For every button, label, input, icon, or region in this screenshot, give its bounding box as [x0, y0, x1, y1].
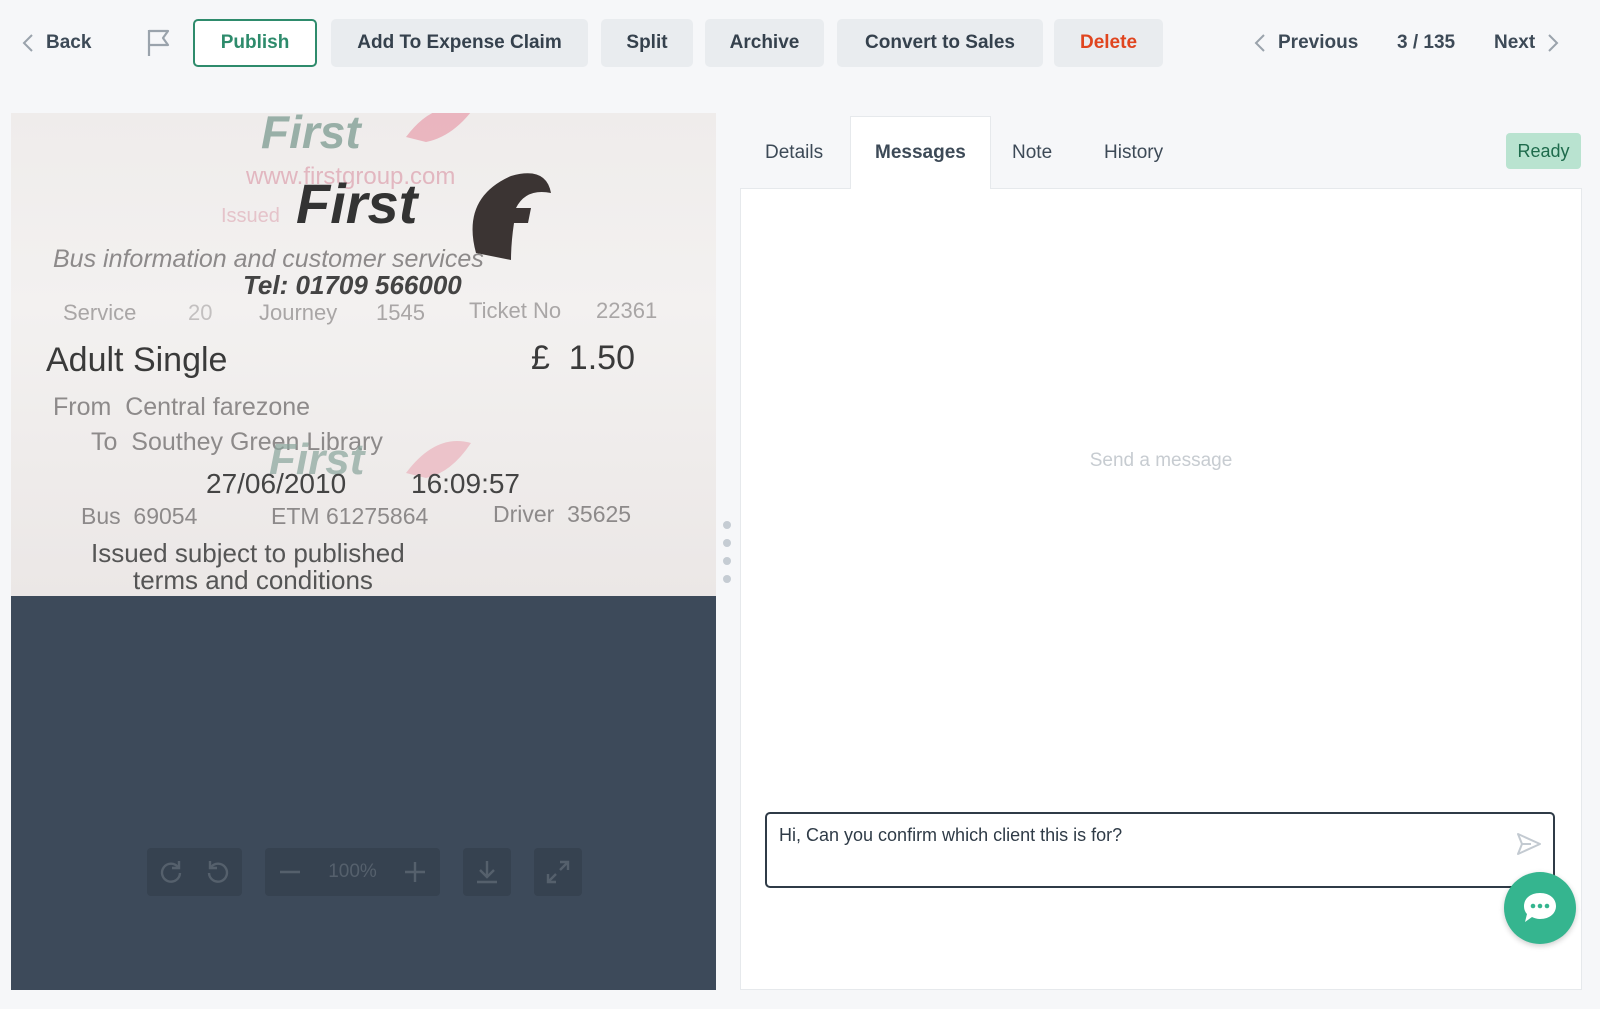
- zoom-controls: 100%: [265, 848, 440, 896]
- chat-bubble-icon: [1524, 893, 1556, 922]
- receipt-terms-line-2: terms and conditions: [133, 565, 373, 595]
- chevron-left-icon: [1254, 34, 1265, 52]
- receipt-journey-no: 1545: [376, 300, 425, 325]
- receipt-fare-amount: £ 1.50: [531, 339, 635, 377]
- receipt-ticket-no: 22361: [596, 298, 658, 323]
- tab-note[interactable]: Note: [988, 116, 1076, 189]
- panel-resize-handle[interactable]: [723, 521, 733, 587]
- tab-details[interactable]: Details: [741, 116, 847, 189]
- rotate-ccw-icon[interactable]: [205, 859, 231, 885]
- receipt-bus: Bus 69054: [81, 503, 198, 529]
- chat-support-button[interactable]: [1504, 872, 1576, 944]
- resize-dot: [723, 539, 731, 547]
- fullscreen-button[interactable]: [534, 848, 582, 896]
- receipt-date: 27/06/2010: [206, 468, 347, 499]
- zoom-level: 100%: [328, 861, 377, 882]
- next-button[interactable]: Next: [1494, 26, 1559, 60]
- resize-dot: [723, 557, 731, 565]
- receipt-issued-partial: Issued: [221, 205, 280, 227]
- send-icon[interactable]: [1515, 830, 1543, 858]
- page-counter: 3 / 135: [1397, 32, 1456, 53]
- resize-dot: [723, 575, 731, 583]
- rotate-controls: [147, 848, 242, 896]
- tab-history[interactable]: History: [1080, 116, 1187, 189]
- receipt-fare-type: Adult Single: [46, 341, 228, 379]
- receipt-etm: ETM 61275864: [271, 503, 429, 529]
- receipt-brand: First: [296, 172, 418, 235]
- chevron-left-icon: [22, 34, 33, 52]
- add-to-expense-claim-button[interactable]: Add To Expense Claim: [331, 19, 588, 67]
- archive-button[interactable]: Archive: [705, 19, 824, 67]
- back-label: Back: [46, 32, 92, 53]
- delete-button[interactable]: Delete: [1054, 19, 1163, 67]
- previous-button[interactable]: Previous: [1254, 26, 1358, 60]
- document-viewer[interactable]: First www.firstgroup.com Issued First Bu…: [11, 113, 716, 990]
- message-input[interactable]: Hi, Can you confirm which client this is…: [779, 824, 1479, 878]
- next-label: Next: [1494, 32, 1536, 53]
- flag-icon[interactable]: [146, 28, 172, 58]
- receipt-from-line: From Central farezone: [53, 393, 311, 421]
- receipt-brand-watermark: First: [261, 113, 361, 158]
- zoom-in-icon[interactable]: [403, 860, 427, 884]
- receipt-ticket-label: Ticket No: [469, 298, 562, 323]
- publish-button[interactable]: Publish: [193, 19, 317, 67]
- resize-dot: [723, 521, 731, 529]
- toolbar: Back Publish Add To Expense Claim Split …: [0, 0, 1600, 86]
- status-badge: Ready: [1506, 133, 1581, 169]
- zoom-out-icon[interactable]: [278, 860, 302, 884]
- receipt-time: 16:09:57: [411, 468, 520, 499]
- empty-messages-text: Send a message: [1089, 450, 1233, 471]
- receipt-journey-label: Journey: [259, 300, 338, 325]
- back-button[interactable]: Back: [22, 26, 91, 60]
- receipt-service-label: Service: [63, 300, 137, 325]
- message-composer: Hi, Can you confirm which client this is…: [765, 812, 1555, 888]
- fullscreen-icon: [545, 859, 571, 885]
- split-button[interactable]: Split: [601, 19, 693, 67]
- chevron-right-icon: [1548, 34, 1559, 52]
- receipt-tel: Tel: 01709 566000: [243, 270, 462, 300]
- receipt-service-no: 20: [188, 300, 213, 325]
- rotate-cw-icon[interactable]: [158, 859, 184, 885]
- receipt-driver: Driver 35625: [493, 501, 632, 527]
- receipt-image: First www.firstgroup.com Issued First Bu…: [11, 113, 716, 596]
- convert-to-sales-button[interactable]: Convert to Sales: [837, 19, 1043, 67]
- previous-label: Previous: [1278, 32, 1359, 53]
- brand-logo-watermark: [406, 113, 471, 142]
- download-button[interactable]: [463, 848, 511, 896]
- tab-messages[interactable]: Messages: [850, 116, 991, 189]
- download-icon: [474, 859, 500, 885]
